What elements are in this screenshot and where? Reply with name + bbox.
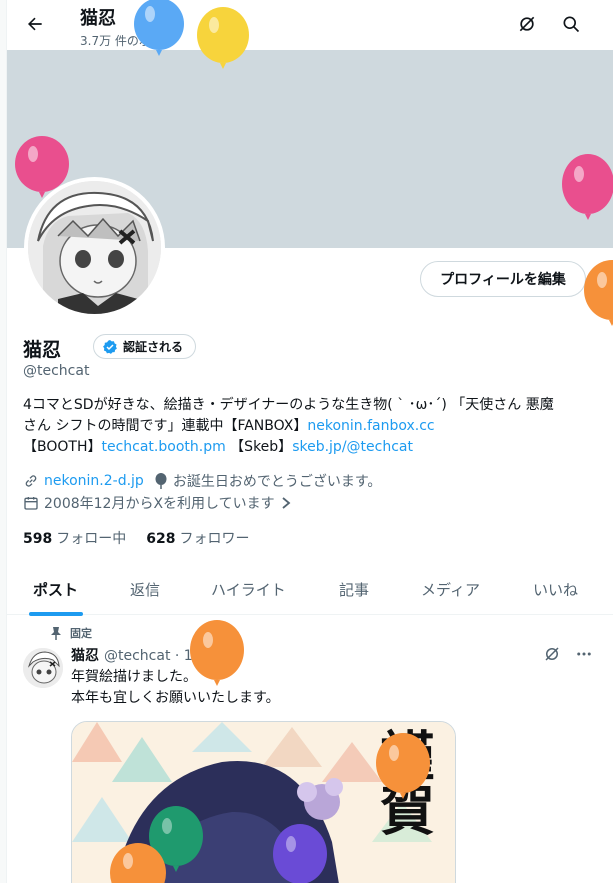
search-button[interactable] [559,12,583,36]
balloon-orange-bottom [110,843,166,883]
tab-media[interactable]: メディア [421,563,480,615]
grok-icon [519,16,535,32]
skeb-label: 【Skeb】 [225,439,293,455]
balloon-purple [273,824,327,883]
post-line-1: 年賀絵描けました。 [71,669,197,685]
verify-label: 認証される [123,340,184,354]
post-actions-top [543,645,593,663]
pinned-indicator: 固定 [50,625,92,641]
post-line-2: 本年も宜しくお願いいたします。 [71,690,280,706]
bio-line-1: 4コマとSDが好きな、絵描き・デザイナーのような生き物( ` ･ω･´) 「天使… [23,397,554,413]
website-link[interactable]: nekonin.2-d.jp [44,473,144,489]
grok-icon[interactable] [543,645,561,663]
balloon-orange-image [376,733,430,799]
tab-posts[interactable]: ポスト [33,563,78,615]
balloon-orange [190,620,244,686]
bio-line-2: さん シフトの時間です」連載中【FANBOX】nekonin.fanbox.cc [23,416,593,437]
joined-row[interactable]: 2008年12月からXを利用しています [23,493,302,513]
birthday-text: お誕生日おめでとうございます。 [172,474,382,490]
get-verified-button[interactable]: 認証される [93,334,197,359]
profile-name: 猫忍 [23,339,62,361]
fanbox-link[interactable]: nekonin.fanbox.cc [307,418,434,434]
back-button[interactable] [21,10,49,38]
arrow-left-icon [28,17,42,31]
profile-handle: @techcat [23,363,90,379]
skeb-link[interactable]: skeb.jp/@techcat [292,439,413,455]
pinned-label: 固定 [70,627,92,640]
post-author-name[interactable]: 猫忍 [71,645,99,665]
top-bar: 猫忍 3.7万 件のポスト [7,0,613,50]
edit-profile-button[interactable]: プロフィールを編集 [420,261,586,297]
more-options-icon[interactable] [575,645,593,663]
grok-button[interactable] [515,12,539,36]
joined-text: 2008年12月からXを利用しています [44,496,275,512]
bio-text: さん シフトの時間です」連載中【FANBOX】 [23,418,308,434]
post-body: 年賀絵描けました。 本年も宜しくお願いいたします。 [71,667,280,709]
booth-label: 【BOOTH】 [23,439,102,455]
tab-articles[interactable]: 記事 [339,563,369,615]
tab-highlights[interactable]: ハイライト [211,563,286,615]
post-author-avatar[interactable] [23,648,63,688]
chevron-right-icon [282,497,291,509]
calendar-icon [24,497,38,510]
balloon-icon [155,473,167,489]
link-icon [25,475,37,487]
balloon-pink-right [562,154,613,220]
balloon-yellow [197,7,249,69]
window-left-edge [0,0,7,883]
profile-tabs: ポスト 返信 ハイライト 記事 メディア いいね [7,563,613,616]
balloon-orange-right [584,260,613,326]
follow-stats: 598 フォロー中 628 フォロワー [23,528,249,548]
profile-bio: 4コマとSDが好きな、絵描き・デザイナーのような生き物( ` ･ω･´) 「天使… [23,395,593,458]
pin-icon [51,627,61,640]
verified-badge-icon [103,339,117,354]
tab-likes[interactable]: いいね [533,563,578,615]
search-icon [563,16,580,33]
page-title: 猫忍 [80,8,116,29]
profile-meta-row: nekonin.2-d.jp お誕生日おめでとうございます。 [23,471,391,491]
followers-link[interactable]: 628 フォロワー [146,528,249,548]
balloon-pink [15,136,69,198]
active-tab-indicator [29,612,83,616]
booth-link[interactable]: techcat.booth.pm [101,439,225,455]
bio-line-3: 【BOOTH】techcat.booth.pm 【Skeb】skeb.jp/@t… [23,437,593,458]
balloon-blue [134,0,184,56]
following-link[interactable]: 598 フォロー中 [23,528,126,548]
tab-replies[interactable]: 返信 [130,563,160,615]
